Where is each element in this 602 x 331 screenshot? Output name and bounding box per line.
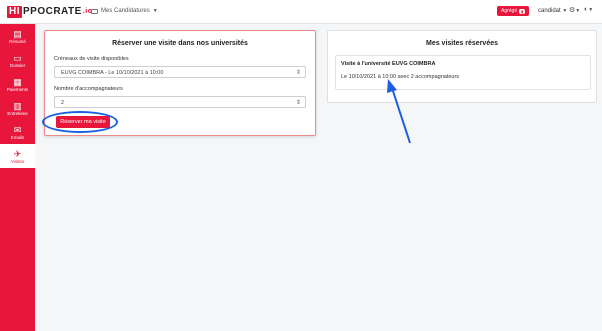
arrow-annotation [387, 79, 411, 144]
